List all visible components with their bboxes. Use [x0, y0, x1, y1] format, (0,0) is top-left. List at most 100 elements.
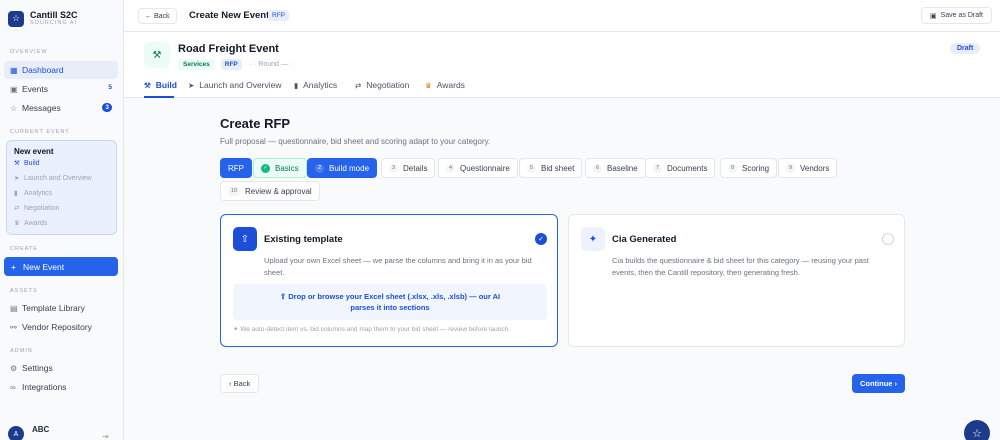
- tab-negotiation[interactable]: ⇄ Negotiation: [355, 80, 409, 90]
- brand-name: Cantill S2C: [30, 10, 78, 20]
- section-label-create: CREATE: [10, 246, 38, 252]
- event-title: Road Freight Event: [178, 43, 279, 55]
- section-title: Create RFP: [220, 116, 291, 131]
- sidebar: ☆ Cantill S2C SOURCING AI OVERVIEW ▦ Das…: [0, 0, 124, 440]
- step-vendors[interactable]: 9 Vendors: [778, 158, 838, 178]
- status-badge: Draft: [950, 43, 981, 54]
- continue-button[interactable]: Continue ›: [852, 374, 905, 393]
- star-logo-icon: ☆: [8, 10, 24, 27]
- sidebar-item-messages[interactable]: ☆ Messages 3: [4, 99, 118, 117]
- logout-icon[interactable]: ⇥: [102, 432, 109, 440]
- sidebar-item-dashboard[interactable]: ▦ Dashboard: [4, 61, 118, 79]
- save-icon: ▣: [929, 12, 937, 20]
- sidebar-item-label: Dashboard: [22, 65, 64, 75]
- step-questionnaire[interactable]: 4 Questionnaire: [438, 158, 518, 178]
- tab-launch[interactable]: ➤ Launch and Overview: [188, 80, 282, 90]
- step-scoring[interactable]: 8 Scoring: [720, 158, 778, 178]
- upload-icon: ⇧: [233, 227, 257, 251]
- handshake-icon: ⇄: [355, 80, 362, 90]
- step-bid-sheet[interactable]: 5 Bid sheet: [519, 158, 583, 178]
- sidebar-item-label: Events: [22, 84, 48, 94]
- section-label-overview: OVERVIEW: [10, 49, 48, 55]
- section-subtitle: Full proposal — questionnaire, bid sheet…: [220, 137, 491, 146]
- step-rfp[interactable]: RFP: [220, 158, 252, 178]
- sidebar-item-label: Messages: [22, 103, 61, 113]
- cia-generated-card[interactable]: ✦ Cia Generated Cia builds the questionn…: [568, 214, 905, 347]
- tab-awards[interactable]: ♛ Awards: [425, 80, 465, 90]
- check-icon: ✓: [261, 163, 270, 173]
- topbar: ← Back Create New Event RFP ▣ Save as Dr…: [124, 0, 1000, 32]
- card-description: Upload your own Excel sheet — we parse t…: [264, 256, 532, 277]
- current-event-title: New event: [14, 147, 54, 156]
- brand-subtitle: SOURCING AI: [30, 20, 78, 26]
- user-name: ABC: [32, 424, 50, 434]
- save-draft-button[interactable]: ▣ Save as Draft: [920, 7, 992, 24]
- current-item-build[interactable]: ⚒ Build: [14, 159, 40, 168]
- current-item-analytics[interactable]: ▮ Analytics: [14, 189, 52, 198]
- trophy-icon: ♛: [425, 80, 432, 90]
- link-icon: ∞: [10, 382, 16, 392]
- radio-button[interactable]: [882, 233, 894, 245]
- messages-count-badge: 3: [102, 103, 112, 112]
- event-type-tag: RFP: [268, 10, 289, 21]
- step-baseline[interactable]: 6 Baseline: [585, 158, 646, 178]
- card-title: Cia Generated: [612, 234, 677, 245]
- current-event-panel: New event ⚒ Build ➤ Launch and Overview ▮ A…: [6, 140, 117, 235]
- sparkle-icon: ✦: [581, 227, 605, 251]
- tab-build[interactable]: ⚒ Build: [144, 80, 177, 90]
- event-tabs: ⚒ Build ➤ Launch and Overview ▮ Analytics ⇄…: [124, 76, 1000, 98]
- check-icon: ✓: [535, 233, 547, 245]
- wrench-icon: ⚒: [144, 80, 151, 90]
- existing-template-card[interactable]: ⇧ Existing template ✓ Upload your own Ex…: [220, 214, 558, 347]
- category-chip: Services: [178, 59, 215, 70]
- calendar-icon: ▣: [10, 84, 18, 94]
- user-profile[interactable]: A ABC: [8, 424, 50, 440]
- dashboard-icon: ▦: [10, 65, 18, 75]
- round-label: · · Round — ·: [249, 61, 293, 68]
- step-review-approval[interactable]: 10 Review & approval: [220, 181, 320, 201]
- plus-icon: +: [11, 261, 16, 272]
- card-title: Existing template: [264, 234, 343, 245]
- events-count-badge: 5: [108, 84, 112, 91]
- section-label-current-event: CURRENT EVENT: [10, 129, 70, 135]
- vendors-icon: ⚯: [10, 322, 17, 332]
- step-basics[interactable]: ✓ Basics: [253, 158, 307, 178]
- tab-analytics[interactable]: ▮ Analytics: [294, 80, 337, 90]
- new-event-button[interactable]: + New Event: [4, 257, 118, 276]
- step-details[interactable]: 3 Details: [381, 158, 436, 178]
- step-build-mode[interactable]: 2 Build mode: [307, 158, 378, 178]
- send-icon: ➤: [188, 80, 195, 90]
- document-icon: ▤: [10, 303, 18, 313]
- type-chip: RFP: [220, 59, 242, 70]
- sidebar-item-integrations[interactable]: ∞ Integrations: [4, 378, 118, 396]
- avatar: A: [8, 426, 24, 440]
- sidebar-item-template-library[interactable]: ▤ Template Library: [4, 299, 118, 317]
- card-note: ✦ We auto-detect item vs. bid columns an…: [233, 326, 511, 333]
- event-meta: Services RFP · · Round — ·: [178, 59, 292, 70]
- back-button[interactable]: ← Back: [138, 8, 177, 24]
- tools-icon: ⚒: [144, 42, 170, 68]
- card-description: Cia builds the questionnaire & bid sheet…: [612, 256, 869, 277]
- page-title: Create New Event: [189, 10, 270, 21]
- messages-icon: ☆: [10, 103, 18, 113]
- gear-icon: ⚙: [10, 363, 18, 373]
- wrench-icon: ⚒: [14, 160, 20, 167]
- excel-drop-zone[interactable]: ⇧ Drop or browse your Excel sheet (.xlsx…: [233, 284, 547, 320]
- back-step-button[interactable]: ‹ Back: [220, 374, 260, 393]
- section-label-assets: ASSETS: [10, 288, 38, 294]
- trophy-icon: ♛: [14, 220, 20, 227]
- bar-chart-icon: ▮: [14, 190, 18, 197]
- assistant-star-icon[interactable]: ☆: [964, 420, 990, 440]
- sidebar-item-vendor-repository[interactable]: ⚯ Vendor Repository: [4, 318, 118, 336]
- current-item-awards[interactable]: ♛ Awards: [14, 219, 47, 228]
- sidebar-item-settings[interactable]: ⚙ Settings: [4, 359, 118, 377]
- arrow-left-icon: ←: [145, 12, 154, 20]
- handshake-icon: ⇄: [14, 205, 20, 212]
- current-item-launch[interactable]: ➤ Launch and Overview: [14, 174, 92, 183]
- brand[interactable]: ☆ Cantill S2C SOURCING AI: [8, 10, 78, 27]
- send-icon: ➤: [14, 175, 20, 182]
- step-documents[interactable]: 7 Documents: [645, 158, 716, 178]
- bar-chart-icon: ▮: [294, 80, 299, 90]
- sidebar-item-events[interactable]: ▣ Events 5: [4, 80, 118, 98]
- current-item-negotiation[interactable]: ⇄ Negotiation: [14, 204, 59, 213]
